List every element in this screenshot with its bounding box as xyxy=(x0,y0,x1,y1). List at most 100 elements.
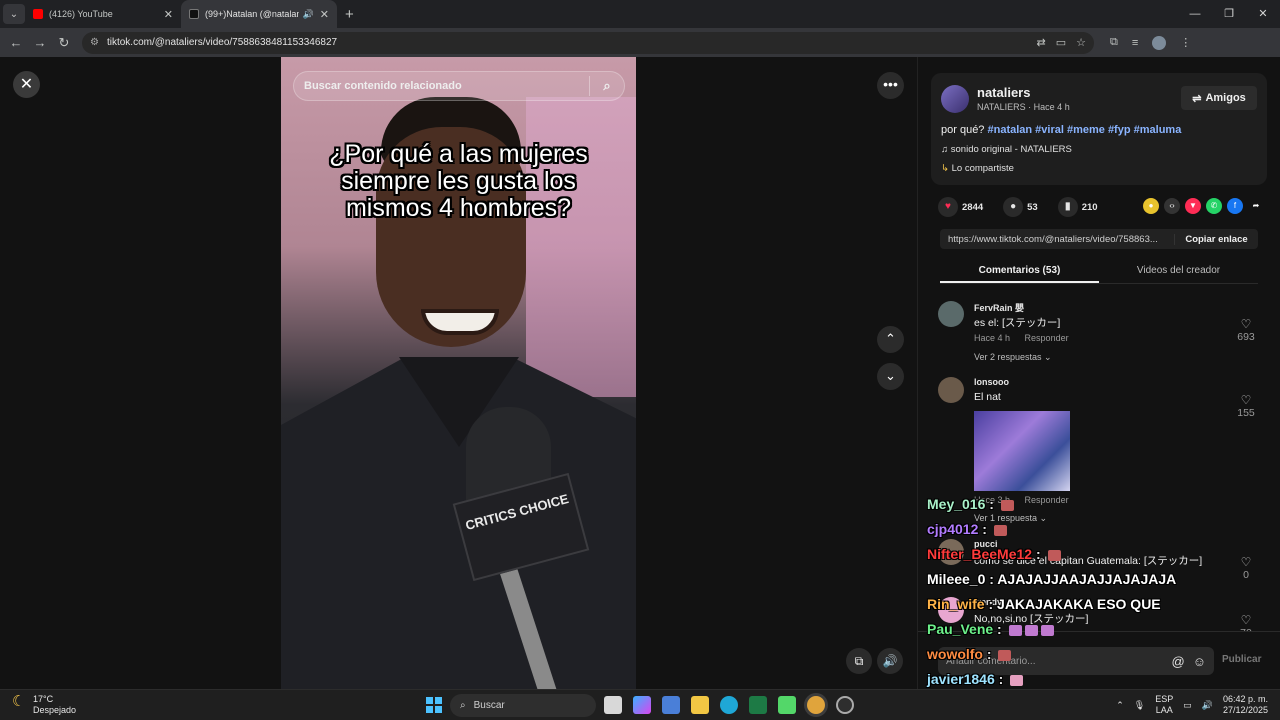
music-note-icon: ♫ xyxy=(941,144,951,155)
network-icon[interactable]: ▭ xyxy=(1183,700,1192,711)
reload-button[interactable]: ↻ xyxy=(52,35,76,51)
facebook-icon[interactable]: f xyxy=(1227,198,1243,214)
whatsapp-icon[interactable]: ✆ xyxy=(1206,198,1222,214)
heart-outline-icon: ♡ xyxy=(1240,555,1252,569)
tab-comments[interactable]: Comentarios (53) xyxy=(940,260,1099,283)
clock[interactable]: 06:42 p. m. 27/12/2025 xyxy=(1223,694,1268,716)
share-url[interactable]: https://www.tiktok.com/@nataliers/video/… xyxy=(940,234,1174,245)
game-app-icon[interactable] xyxy=(778,696,796,714)
search-icon[interactable]: ⌕ xyxy=(590,78,624,94)
minimize-button[interactable]: — xyxy=(1178,0,1212,28)
friends-button[interactable]: ⇌ Amigos xyxy=(1181,86,1257,110)
task-view-icon[interactable] xyxy=(604,696,622,714)
weather-widget[interactable]: ☾ 17°C Despejado xyxy=(12,694,76,716)
shared-indicator: ↳ Lo compartiste xyxy=(941,163,1014,174)
temperature: 17°C xyxy=(33,694,54,704)
profile-avatar[interactable] xyxy=(1152,35,1167,50)
extensions-icon[interactable]: ⧉ xyxy=(1110,36,1118,49)
windows-start-icon[interactable] xyxy=(426,697,442,713)
comment-count: 53 xyxy=(1027,201,1038,213)
save-button[interactable]: ▮ 210 xyxy=(1057,197,1098,217)
close-icon[interactable]: ✕ xyxy=(320,8,329,21)
reply-button[interactable]: Responder xyxy=(1025,333,1069,343)
commenter-name[interactable]: lonsooo xyxy=(974,377,1009,387)
chevron-up-icon[interactable]: ⌃ xyxy=(1116,700,1124,711)
chrome-icon[interactable] xyxy=(807,696,825,714)
site-info-icon[interactable]: ⚙ xyxy=(90,37,99,48)
live-chat-overlay: Mey_016 : cjp4012 : Nifter_BeeMe12 : Mil… xyxy=(927,496,1227,720)
back-button[interactable]: ← xyxy=(4,35,28,50)
chat-user: Nifter_BeeMe12 xyxy=(927,546,1033,562)
moon-icon: ☾ xyxy=(12,693,26,710)
friends-label: Amigos xyxy=(1205,92,1246,104)
commenter-avatar[interactable] xyxy=(938,301,964,327)
volume-icon[interactable]: 🔊 xyxy=(1202,700,1213,711)
edge-icon[interactable] xyxy=(720,696,738,714)
copilot-icon[interactable] xyxy=(633,696,651,714)
sound-link[interactable]: ♫ sonido original - NATALIERS xyxy=(941,144,1072,155)
new-tab-button[interactable]: + xyxy=(345,6,354,23)
cast-icon[interactable]: ▭ xyxy=(1056,36,1066,49)
publish-button[interactable]: Publicar xyxy=(1222,654,1261,665)
comment-like-button[interactable]: ♡ 0 xyxy=(1234,555,1258,581)
translate-icon[interactable]: ⇄ xyxy=(1037,36,1046,49)
recording-icon[interactable] xyxy=(836,696,854,714)
video-player[interactable]: CRITICS CHOICE Buscar contenido relacion… xyxy=(281,57,636,689)
bookmark-star-icon[interactable]: ☆ xyxy=(1076,36,1086,49)
clock-time: 06:42 p. m. xyxy=(1222,694,1268,704)
chat-message: wowolfo : xyxy=(927,646,1227,671)
chat-message: Rin_wife : JAKAJAKAKA ESO QUE xyxy=(927,596,1161,612)
view-replies-button[interactable]: Ver 2 respuestas ⌄ xyxy=(974,352,1052,363)
comment-image[interactable] xyxy=(974,411,1070,491)
file-explorer-icon[interactable] xyxy=(691,696,709,714)
url-text: tiktok.com/@nataliers/video/758863848115… xyxy=(106,37,338,48)
commenter-avatar[interactable] xyxy=(938,377,964,403)
commenter-name[interactable]: FervRain 嬰 xyxy=(974,301,1024,314)
coin-icon[interactable]: ● xyxy=(1143,198,1159,214)
share-icon[interactable]: ➦ xyxy=(1248,198,1264,214)
tab-creator-videos[interactable]: Videos del creador xyxy=(1099,260,1258,283)
volume-button[interactable]: 🔊 xyxy=(877,648,903,674)
emote-icon xyxy=(1024,624,1038,636)
embed-icon[interactable]: ‹› xyxy=(1164,198,1180,214)
comment-like-button[interactable]: ♡ 155 xyxy=(1234,393,1258,419)
taskbar-search-label: Buscar xyxy=(473,700,505,711)
microphone-icon[interactable]: 🎙 xyxy=(1134,700,1145,711)
window-close-button[interactable]: ✕ xyxy=(1246,0,1280,28)
author-avatar[interactable] xyxy=(941,85,969,113)
copy-link-button[interactable]: Copiar enlace xyxy=(1174,233,1258,245)
close-icon[interactable]: ✕ xyxy=(164,8,173,21)
share-options: ● ‹› ▼ ✆ f ➦ xyxy=(1143,198,1264,214)
language-indicator[interactable]: ESP LAA xyxy=(1155,694,1173,716)
hashtags[interactable]: #natalan #viral #meme #fyp #maluma xyxy=(987,124,1181,136)
tab-youtube[interactable]: (4126) YouTube ✕ xyxy=(25,0,181,28)
address-bar[interactable]: ⚙ tiktok.com/@nataliers/video/7588638481… xyxy=(82,31,1094,54)
tab-title: (4126) YouTube xyxy=(49,9,113,19)
maximize-button[interactable]: ❐ xyxy=(1212,0,1246,28)
reading-list-icon[interactable]: ≡ xyxy=(1132,37,1138,49)
comment-icon: ● xyxy=(1003,197,1024,217)
send-icon[interactable]: ▼ xyxy=(1185,198,1201,214)
chat-user: Mileee_0 xyxy=(927,571,986,587)
comment-button[interactable]: ● 53 xyxy=(1003,197,1038,217)
taskbar-search[interactable]: ⌕ Buscar xyxy=(450,694,596,717)
like-button[interactable]: ♥ 2844 xyxy=(938,197,983,217)
screen: ⌄ (4126) YouTube ✕ (99+)Natalan (@natala… xyxy=(0,0,1280,720)
tab-search-button[interactable]: ⌄ xyxy=(3,4,25,24)
related-search-input[interactable]: Buscar contenido relacionado ⌕ xyxy=(293,71,625,101)
previous-video-button[interactable]: ⌃ xyxy=(877,326,904,353)
menu-icon[interactable]: ⋮ xyxy=(1180,36,1191,49)
pip-button[interactable]: ⧉ xyxy=(846,648,872,674)
excel-icon[interactable] xyxy=(749,696,767,714)
tab-tiktok[interactable]: (99+)Natalan (@natalanx) | 🔊 ✕ xyxy=(181,0,337,28)
close-video-button[interactable]: ✕ xyxy=(13,71,40,98)
more-options-button[interactable]: ••• xyxy=(877,72,904,99)
author-name[interactable]: nataliers xyxy=(977,85,1030,100)
next-video-button[interactable]: ⌄ xyxy=(877,363,904,390)
forward-button[interactable]: → xyxy=(28,35,52,50)
browser-toolbar: ← → ↻ ⚙ tiktok.com/@nataliers/video/7588… xyxy=(0,28,1280,57)
comment-like-count: 155 xyxy=(1237,407,1255,419)
comment-like-button[interactable]: ♡ 693 xyxy=(1234,317,1258,343)
store-icon[interactable] xyxy=(662,696,680,714)
speaker-icon[interactable]: 🔊 xyxy=(303,9,314,20)
